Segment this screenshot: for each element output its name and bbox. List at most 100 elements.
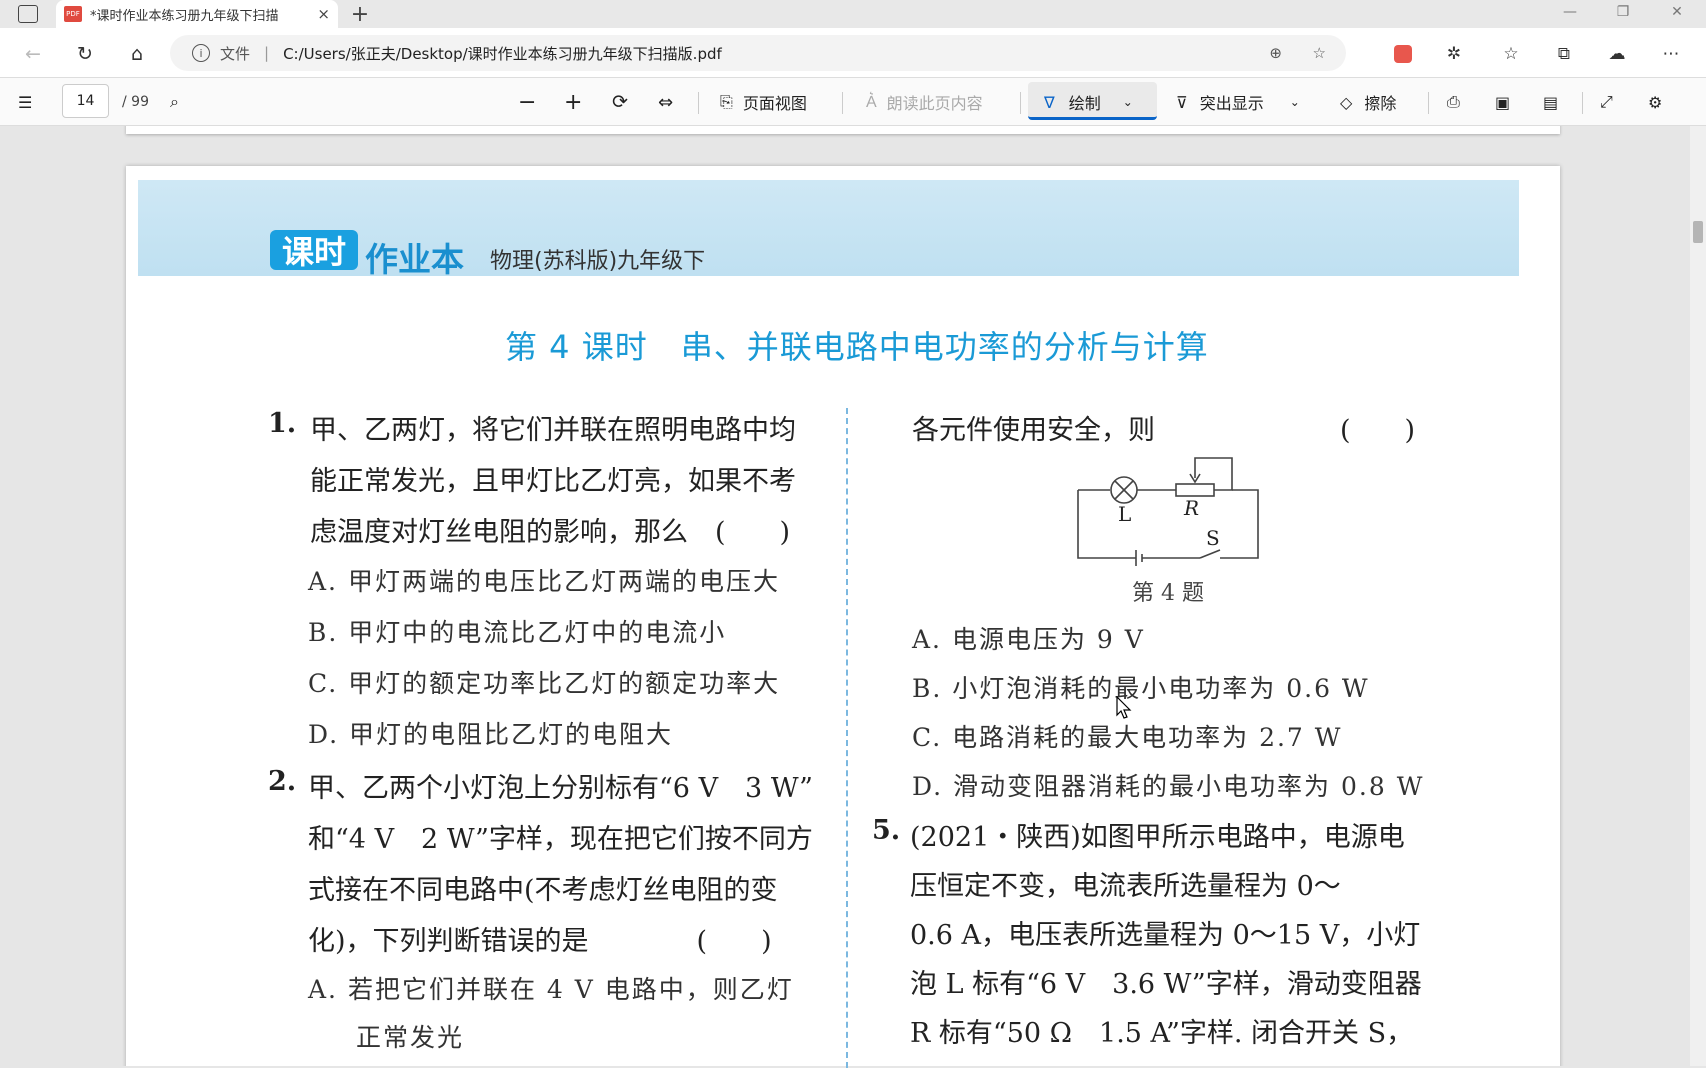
q2-line: 和“4 V 2 W”字样，现在把它们按不同方	[308, 824, 813, 855]
tab-actions-icon[interactable]	[18, 5, 38, 23]
read-aloud-label: 朗读此页内容	[886, 94, 983, 113]
divider	[698, 92, 699, 114]
q5-line: 压恒定不变，电流表所选量程为 0～	[910, 871, 1341, 902]
page-number-input[interactable]: 14	[62, 84, 109, 118]
title-bar: PDF *课时作业本练习册九年级下扫描 × + — ❐ ✕	[0, 0, 1706, 28]
print-icon[interactable]: ⎙	[1447, 86, 1460, 118]
tab-pdf[interactable]: PDF *课时作业本练习册九年级下扫描 ×	[56, 0, 338, 28]
q1-option-a: A. 甲灯两端的电压比乙灯两端的电压大	[308, 567, 780, 596]
divider	[1020, 92, 1021, 114]
q2-line: 化)，下列判断错误的是 ( )	[308, 926, 772, 957]
collections-icon[interactable]: ⧉	[1551, 41, 1577, 67]
q1-line: 能正常发光，且甲灯比乙灯亮，如果不考	[310, 466, 796, 497]
draw-icon: ∇	[1044, 92, 1055, 112]
q1-line: 甲、乙两灯，将它们并联在照明电路中均	[310, 415, 796, 446]
q2-option-a: A. 若把它们并联在 4 V 电路中，则乙灯	[308, 975, 794, 1004]
q5-number: 5.	[872, 815, 901, 846]
circuit-diagram	[1077, 457, 1259, 566]
file-label: 文件	[220, 44, 251, 63]
q1-option-b: B. 甲灯中的电流比乙灯中的电流小	[308, 618, 727, 647]
q4-option-d: D. 滑动变阻器消耗的最小电功率为 0.8 W	[912, 772, 1425, 801]
draw-button-content[interactable]: ∇ 绘制 ⌄	[1044, 86, 1133, 118]
highlight-icon: ⊽	[1176, 92, 1188, 112]
pdf-viewer[interactable]	[0, 126, 1690, 1066]
fullscreen-icon[interactable]: ⤢	[1600, 86, 1613, 118]
q2-line: 甲、乙两个小灯泡上分别标有“6 V 3 W”	[308, 773, 813, 804]
divider	[1428, 92, 1429, 114]
chevron-down-icon[interactable]: ⌄	[1290, 95, 1300, 109]
pdf-file-icon: PDF	[64, 6, 82, 22]
brand-logo-text: 作业本	[365, 240, 464, 279]
separator: |	[264, 44, 270, 62]
save-icon[interactable]: ▣	[1495, 86, 1510, 118]
draw-label: 绘制	[1068, 94, 1101, 113]
rotate-icon[interactable]: ⟳	[612, 86, 628, 118]
back-button[interactable]: ←	[20, 41, 46, 67]
close-icon[interactable]: ×	[317, 5, 330, 23]
q5-line: R 标有“50 Ω 1.5 A”字样. 闭合开关 S，	[910, 1018, 1414, 1049]
pdf-toolbar: ☰ 14 / 99 ⌕ − + ⟳ ⇔ ⎘ 页面视图 A͛ 朗读此页内容 ∇ 绘…	[0, 78, 1706, 126]
q5-line: 泡 L 标有“6 V 3.6 W”字样，滑动变阻器	[910, 969, 1422, 1000]
circuit-label-s: S	[1206, 526, 1220, 550]
brand-logo: 课时	[270, 230, 358, 271]
circuit-label-l: L	[1118, 502, 1132, 526]
home-button[interactable]: ⌂	[124, 41, 150, 67]
zoom-icon[interactable]: ⊕	[1269, 44, 1282, 62]
tab-title: *课时作业本练习册九年级下扫描	[90, 8, 279, 24]
q4-tail: 各元件使用安全，则	[912, 415, 1155, 446]
q5-line: (2021・陕西)如图甲所示电路中，电源电	[910, 822, 1405, 853]
extensions-icon[interactable]: ✲	[1441, 41, 1467, 67]
zoom-in-button[interactable]: +	[564, 86, 582, 118]
q4-bracket: ( )	[1340, 415, 1416, 446]
read-aloud-button[interactable]: A͛ 朗读此页内容	[866, 86, 983, 118]
previous-page	[126, 126, 1560, 134]
favorites-icon[interactable]: ☆	[1498, 41, 1524, 67]
q4-option-b: B. 小灯泡消耗的最小电功率为 0.6 W	[912, 674, 1370, 703]
save-as-icon[interactable]: ▤	[1543, 86, 1558, 118]
divider	[842, 92, 843, 114]
address-field[interactable]: i 文件 | C:/Users/张正夫/Desktop/课时作业本练习册九年级下…	[170, 35, 1346, 71]
page-view-icon: ⎘	[720, 92, 733, 111]
new-tab-button[interactable]: +	[348, 2, 372, 27]
highlight-button[interactable]: ⊽ 突出显示 ⌄	[1176, 86, 1300, 118]
q1-number: 1.	[268, 408, 297, 439]
settings-icon[interactable]: ⚙	[1648, 86, 1662, 118]
fit-width-icon[interactable]: ⇔	[658, 86, 673, 118]
eraser-icon: ◇	[1340, 92, 1353, 112]
column-divider	[846, 408, 848, 1068]
mouse-cursor	[1116, 696, 1132, 719]
info-icon[interactable]: i	[192, 44, 210, 62]
zoom-out-button[interactable]: −	[518, 86, 536, 118]
search-icon[interactable]: ⌕	[170, 86, 179, 118]
minimize-button[interactable]: —	[1555, 4, 1585, 24]
q1-line: 虑温度对灯丝电阻的影响，那么 ( )	[310, 517, 791, 548]
divider	[1582, 92, 1583, 114]
contents-icon[interactable]: ☰	[18, 86, 32, 118]
subject-label: 物理(苏科版)九年级下	[490, 249, 706, 274]
feedback-icon[interactable]: ☁	[1604, 41, 1630, 67]
refresh-button[interactable]: ↻	[72, 41, 98, 67]
q1-option-c: C. 甲灯的额定功率比乙灯的额定功率大	[308, 669, 781, 698]
page-total: / 99	[122, 94, 149, 110]
highlight-label: 突出显示	[1199, 94, 1264, 113]
q1-option-d: D. 甲灯的电阻比乙灯的电阻大	[308, 720, 674, 749]
page-view-label: 页面视图	[742, 94, 807, 113]
q2-number: 2.	[268, 766, 297, 797]
figure-caption: 第 4 题	[1132, 581, 1204, 606]
q2-option-a-cont: 正常发光	[356, 1023, 465, 1052]
scrollbar[interactable]	[1690, 126, 1706, 1066]
lesson-title: 第 4 课时 串、并联电路中电功率的分析与计算	[505, 328, 1209, 366]
chevron-down-icon[interactable]: ⌄	[1123, 95, 1133, 109]
extension-red-icon[interactable]	[1390, 41, 1416, 67]
q4-option-c: C. 电路消耗的最大电功率为 2.7 W	[912, 723, 1343, 752]
page-view-button[interactable]: ⎘ 页面视图	[720, 86, 807, 118]
more-icon[interactable]: ⋯	[1658, 41, 1684, 67]
address-bar-row: ← ↻ ⌂ i 文件 | C:/Users/张正夫/Desktop/课时作业本练…	[0, 28, 1706, 78]
erase-button[interactable]: ◇ 擦除	[1340, 86, 1396, 118]
url-text: C:/Users/张正夫/Desktop/课时作业本练习册九年级下扫描版.pdf	[283, 44, 722, 63]
add-favorite-icon[interactable]: ☆	[1313, 44, 1326, 62]
restore-button[interactable]: ❐	[1608, 4, 1638, 24]
window-close-button[interactable]: ✕	[1662, 4, 1692, 24]
scrollbar-thumb[interactable]	[1693, 221, 1703, 243]
circuit-label-r: R	[1184, 496, 1200, 520]
